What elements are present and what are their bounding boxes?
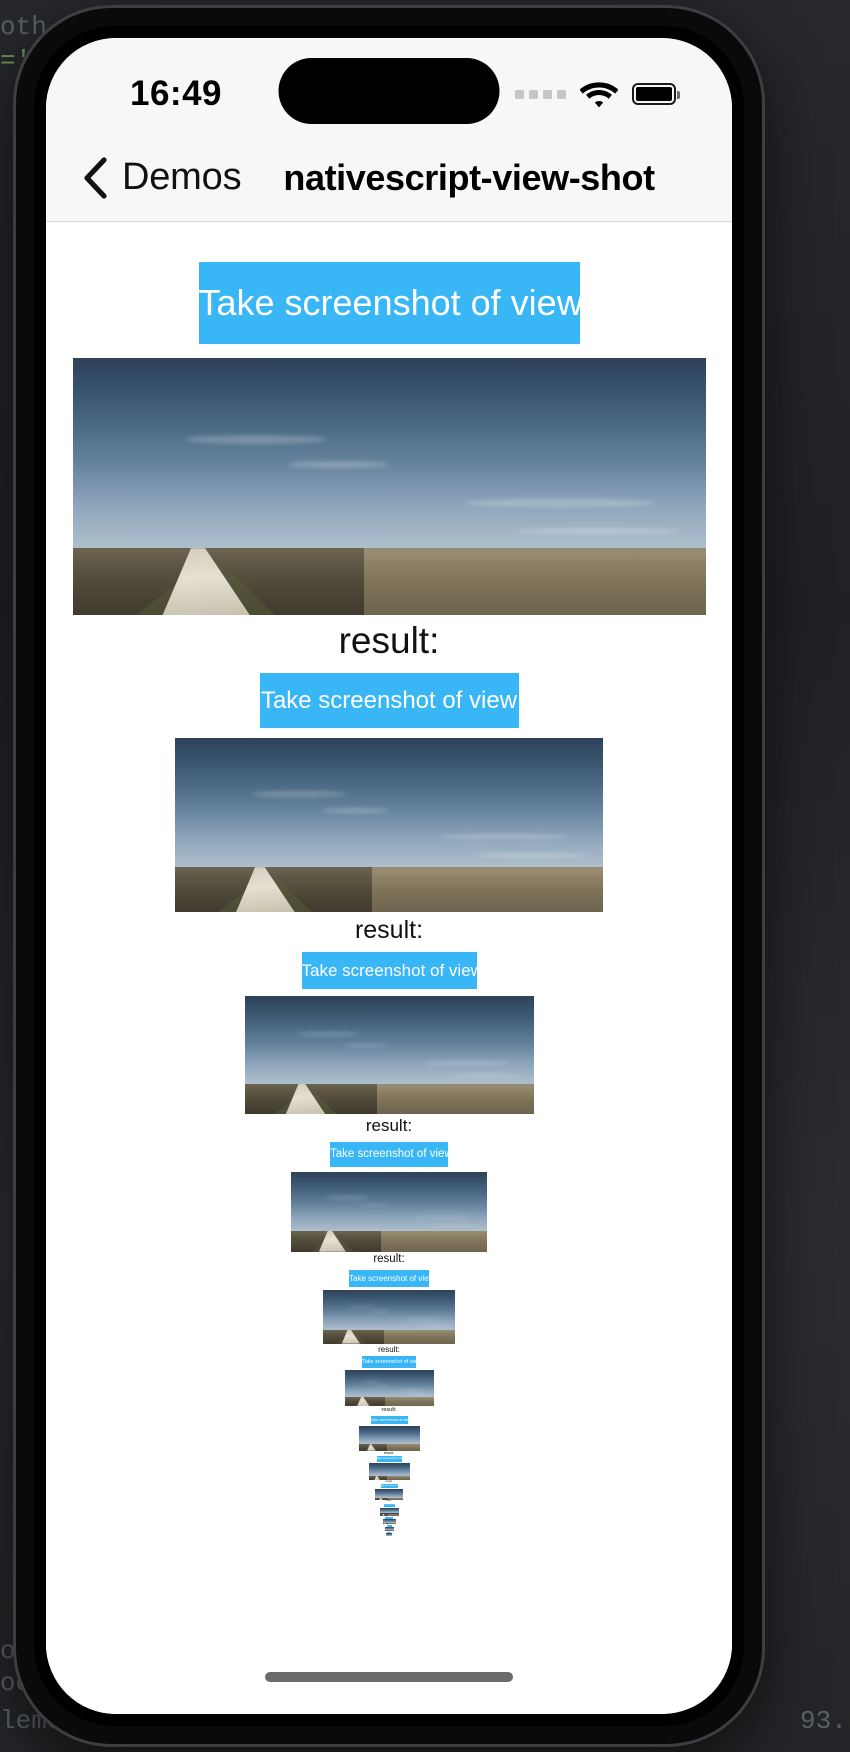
screenshot-nest-level-6: Take screenshot of view result: Take scree… xyxy=(46,1415,732,1538)
photo-cloud xyxy=(342,1043,389,1047)
result-label: result: xyxy=(386,1500,392,1503)
take-screenshot-button[interactable]: Take screenshot of view xyxy=(376,1456,402,1463)
screenshot-photo xyxy=(375,1489,403,1501)
screenshot-nest-level-2: Take screenshot of view result: Take scree… xyxy=(46,952,732,1537)
result-label: result: xyxy=(387,1536,391,1538)
take-screenshot-button[interactable]: Take screenshot of view xyxy=(259,673,519,729)
photo-cloud xyxy=(406,1393,430,1396)
screenshot-photo xyxy=(386,1533,392,1537)
status-bar: 16:49 xyxy=(46,38,732,134)
screenshot-photo xyxy=(344,1370,434,1407)
screenshot-nest-level-8: Take screenshot of viewresult:Take scree… xyxy=(46,1484,732,1537)
screenshot-nest-level-5: Take screenshot of view result: Take scree… xyxy=(46,1356,732,1537)
photo-cloud xyxy=(357,1203,389,1207)
home-indicator[interactable] xyxy=(265,1672,513,1682)
cellular-dots-icon xyxy=(515,89,566,99)
screenshot-photo xyxy=(244,996,534,1115)
screenshot-nest-level-11: Take screenshot of viewresult:Take scree… xyxy=(46,1525,732,1537)
photo-cloud xyxy=(360,1380,381,1383)
screenshot-nest-level-10: Take screenshot of viewresult:Take scree… xyxy=(46,1517,732,1538)
photo-cloud xyxy=(464,499,655,508)
phone-screen: 16:49 Demos nativescript-view-shot Take … xyxy=(46,38,732,1714)
screenshot-nest-level-1: Take screenshot of view result: Take scree… xyxy=(46,673,732,1537)
screenshot-nest-level-0: Take screenshot of view result: Take scree… xyxy=(46,222,732,1538)
photo-cloud xyxy=(320,807,389,813)
chevron-left-icon xyxy=(82,156,108,199)
dynamic-island xyxy=(278,58,500,124)
page-title: nativescript-view-shot xyxy=(283,156,655,198)
wifi-icon xyxy=(580,80,618,108)
photo-sky xyxy=(175,738,603,868)
photo-cloud xyxy=(326,1195,370,1199)
screenshot-photo xyxy=(382,1519,396,1525)
photo-cloud xyxy=(399,1389,427,1392)
take-screenshot-button[interactable]: Take screenshot of view xyxy=(301,952,477,990)
screenshot-nest-level-4: Take screenshot of view result: Take scree… xyxy=(46,1269,732,1538)
backdrop-code-text: 93. xyxy=(800,1706,847,1736)
screenshot-nest-level-9: Take screenshot of viewresult:Take scree… xyxy=(46,1503,732,1538)
photo-cloud xyxy=(474,853,586,858)
photo-sky xyxy=(358,1425,420,1445)
result-label: result: xyxy=(354,916,424,945)
result-label: result: xyxy=(385,1480,393,1484)
screenshot-photo xyxy=(358,1425,420,1451)
battery-icon xyxy=(632,83,680,105)
take-screenshot-button[interactable]: Take screenshot of view xyxy=(349,1269,429,1287)
take-screenshot-button[interactable]: Take screenshot of view xyxy=(370,1415,408,1424)
photo-sky xyxy=(375,1489,403,1498)
photo-cloud xyxy=(252,790,347,797)
screenshot-photo xyxy=(72,358,706,615)
screenshot-photo xyxy=(291,1171,487,1252)
photo-sky xyxy=(344,1370,434,1397)
result-label: result: xyxy=(373,1252,405,1265)
result-label: result: xyxy=(378,1344,400,1354)
photo-sky xyxy=(291,1171,487,1231)
screenshot-photo xyxy=(175,738,603,913)
result-label: result: xyxy=(338,620,440,661)
result-label: result: xyxy=(381,1407,397,1414)
phone-bezel: 16:49 Demos nativescript-view-shot Take … xyxy=(34,26,744,1726)
screenshot-nest-level-12: Take screenshot of viewresult: xyxy=(46,1532,732,1537)
phone-device: 16:49 Demos nativescript-view-shot Take … xyxy=(16,8,762,1744)
screenshot-photo xyxy=(368,1463,410,1481)
photo-sky xyxy=(323,1289,455,1330)
photo-cloud xyxy=(374,1384,389,1387)
take-screenshot-button[interactable]: Take screenshot of view xyxy=(383,1503,395,1507)
screenshot-photo xyxy=(384,1527,394,1532)
take-screenshot-button[interactable]: Take screenshot of view xyxy=(362,1356,416,1369)
back-button[interactable]: Demos xyxy=(82,156,242,199)
photo-cloud xyxy=(296,1031,361,1036)
photo-sky xyxy=(72,358,706,549)
status-time: 16:49 xyxy=(130,74,223,113)
content-scroll-area[interactable]: Take screenshot of view result: Take scree… xyxy=(46,222,732,1714)
photo-cloud xyxy=(287,460,389,468)
take-screenshot-button[interactable]: Take screenshot of view xyxy=(380,1484,398,1489)
status-indicators xyxy=(515,80,680,108)
photo-cloud xyxy=(186,435,326,445)
screenshot-nest-level-3: Take screenshot of view result: Take scree… xyxy=(46,1141,732,1538)
result-label: result: xyxy=(383,1450,395,1455)
take-screenshot-button[interactable]: Take screenshot of view xyxy=(330,1141,448,1167)
photo-cloud xyxy=(428,1224,480,1227)
photo-cloud xyxy=(346,1305,376,1308)
nav-bar: Demos nativescript-view-shot xyxy=(46,134,732,222)
back-label: Demos xyxy=(122,156,242,198)
screenshot-photo xyxy=(379,1507,399,1516)
take-screenshot-button[interactable]: Take screenshot of view xyxy=(198,262,580,344)
photo-sky xyxy=(244,996,534,1084)
backdrop-code-text: oth xyxy=(0,12,47,42)
screenshot-photo xyxy=(323,1289,455,1344)
result-label: result: xyxy=(365,1116,413,1136)
screenshot-nest-level-7: Take screenshot of view result: Take scree… xyxy=(46,1456,732,1537)
photo-sky xyxy=(368,1463,410,1476)
photo-cloud xyxy=(423,1061,511,1065)
